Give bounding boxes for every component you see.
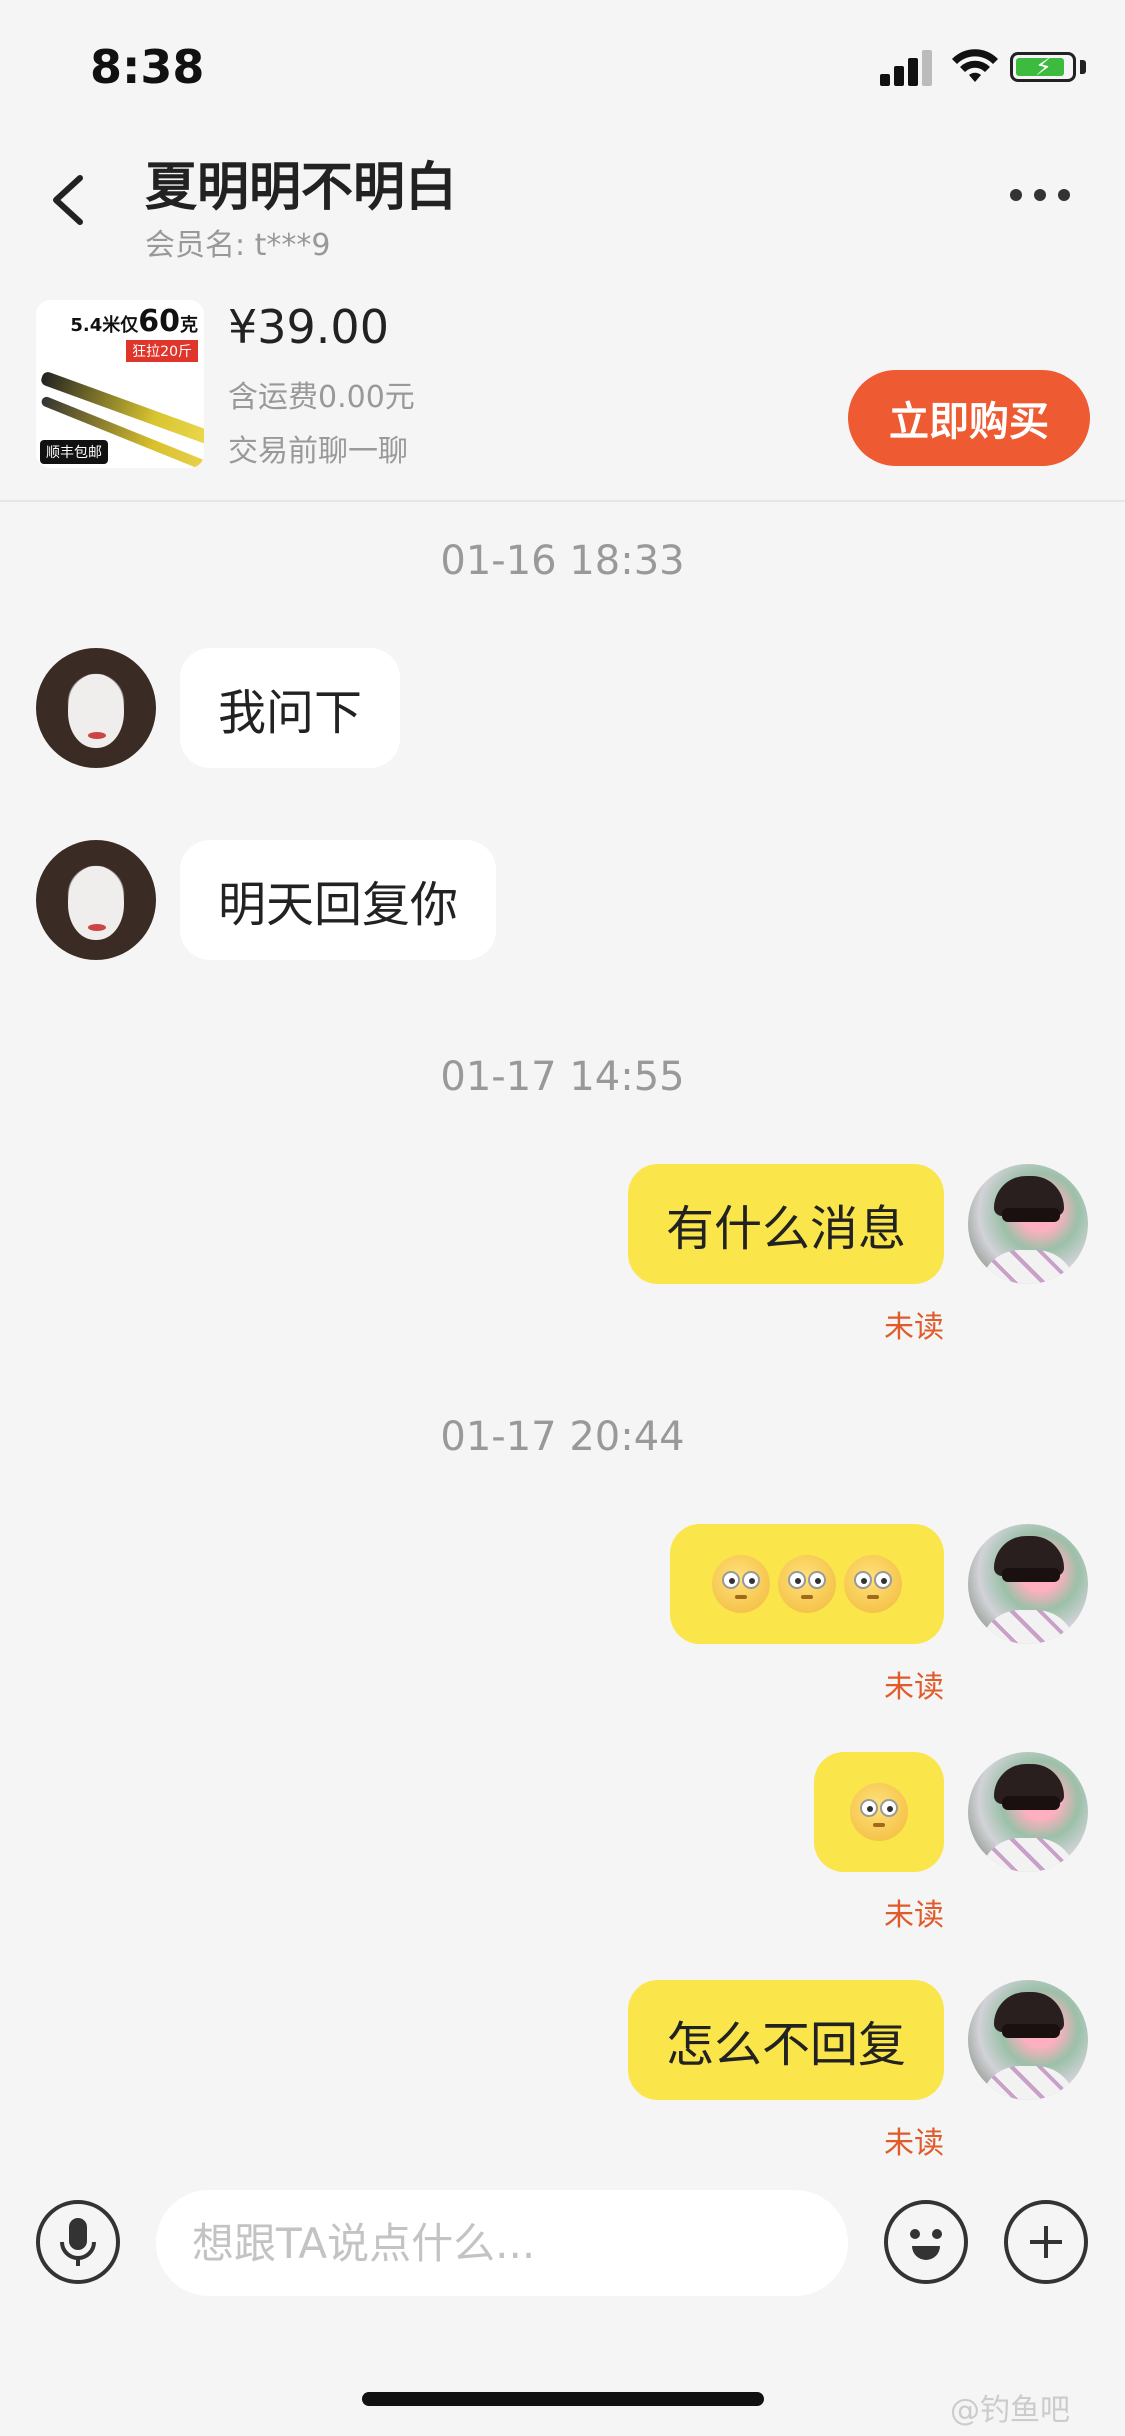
unread-status: 未读	[884, 1310, 944, 1345]
home-indicator	[362, 2392, 764, 2406]
timestamp: 01-16 18:33	[440, 538, 685, 584]
thumb-red-tag: 狂拉20斤	[126, 340, 198, 362]
plus-icon	[1030, 2226, 1062, 2258]
voice-input-button[interactable]	[36, 2200, 120, 2284]
avatar-self[interactable]	[968, 1164, 1088, 1284]
rolling-eyes-emoji-icon	[778, 1555, 836, 1613]
chat-title: 夏明明不明白	[145, 158, 458, 218]
member-name: 会员名: t***9	[145, 228, 331, 263]
more-button[interactable]	[1010, 180, 1080, 210]
emoji-button[interactable]	[884, 2200, 968, 2284]
rolling-eyes-emoji-icon	[850, 1783, 908, 1841]
more-dot-icon	[1010, 189, 1022, 201]
more-actions-button[interactable]	[1004, 2200, 1088, 2284]
thumb-tagline: 5.4米仅60克	[70, 304, 198, 339]
message-bubble-outgoing-emoji[interactable]	[814, 1752, 944, 1872]
watermark: @钓鱼吧	[950, 2393, 1070, 2428]
microphone-icon	[60, 2218, 96, 2266]
chevron-left-icon	[53, 175, 83, 225]
cellular-signal-icon	[880, 50, 936, 86]
message-bubble-outgoing-emoji[interactable]	[670, 1524, 944, 1644]
message-bubble-outgoing[interactable]: 怎么不回复	[627, 1980, 944, 2100]
buy-now-button[interactable]: 立即购买	[848, 370, 1090, 466]
avatar-self[interactable]	[968, 1524, 1088, 1644]
smiley-icon	[910, 2229, 942, 2260]
unread-status: 未读	[884, 1898, 944, 1933]
avatar-self[interactable]	[968, 1980, 1088, 2100]
product-shipping: 含运费0.00元	[228, 380, 415, 415]
battery-icon: ⚡	[1010, 52, 1076, 82]
status-time: 8:38	[90, 40, 205, 94]
back-button[interactable]	[40, 160, 100, 240]
chat-hint: 交易前聊一聊	[228, 434, 408, 469]
unread-status: 未读	[884, 1670, 944, 1705]
thumb-shipping-badge: 顺丰包邮	[40, 440, 108, 464]
message-bubble-incoming[interactable]: 我问下	[180, 648, 401, 768]
avatar-self[interactable]	[968, 1752, 1088, 1872]
more-dot-icon	[1058, 189, 1070, 201]
rolling-eyes-emoji-icon	[712, 1555, 770, 1613]
message-bubble-outgoing[interactable]: 有什么消息	[627, 1164, 944, 1284]
rolling-eyes-emoji-icon	[844, 1555, 902, 1613]
timestamp: 01-17 14:55	[440, 1054, 685, 1100]
product-price: ¥39.00	[228, 300, 389, 354]
product-thumbnail[interactable]: 5.4米仅60克 狂拉20斤 顺丰包邮	[36, 300, 204, 468]
message-input[interactable]	[156, 2190, 848, 2296]
wifi-icon	[952, 49, 998, 82]
message-bubble-incoming[interactable]: 明天回复你	[180, 840, 497, 960]
timestamp: 01-17 20:44	[440, 1414, 685, 1460]
unread-status: 未读	[884, 2126, 944, 2161]
battery-tip	[1080, 60, 1086, 74]
avatar-seller[interactable]	[36, 648, 156, 768]
more-dot-icon	[1034, 189, 1046, 201]
divider	[0, 500, 1125, 502]
avatar-seller[interactable]	[36, 840, 156, 960]
